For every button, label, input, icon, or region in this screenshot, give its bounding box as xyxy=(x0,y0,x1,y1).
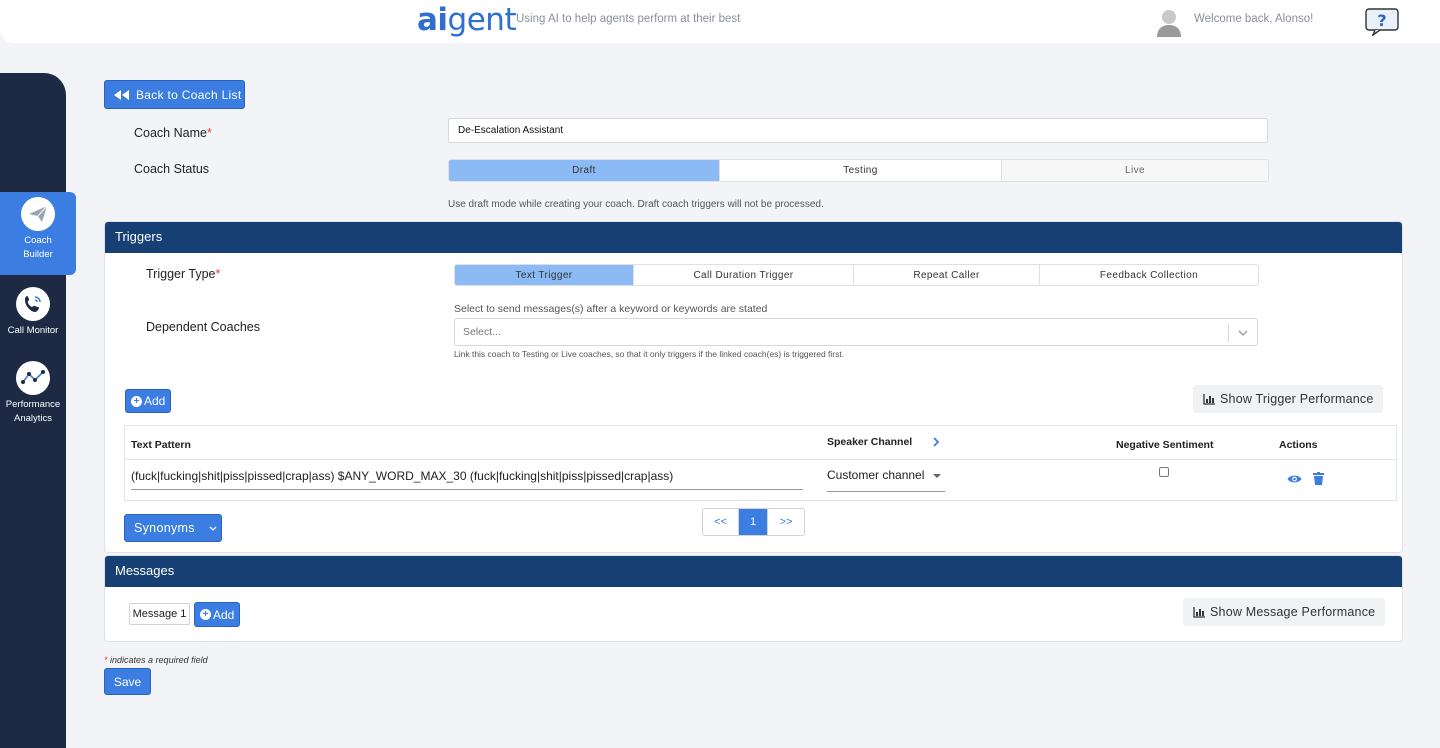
triggers-table: Text Pattern Speaker Channel Negative Se… xyxy=(124,425,1397,501)
welcome-text: Welcome back, Alonso! xyxy=(1194,13,1314,25)
message-1-tab[interactable]: Message 1 xyxy=(129,603,190,625)
header-actions: Actions xyxy=(1279,439,1318,451)
coach-status-label: Coach Status xyxy=(134,162,210,176)
add-message-button[interactable]: + Add xyxy=(194,602,241,627)
line-chart-icon xyxy=(16,361,50,395)
bar-chart-icon xyxy=(1203,393,1215,405)
pager-prev-button[interactable]: << xyxy=(703,509,739,535)
sidebar-label: Performance xyxy=(5,399,61,410)
required-field-note: * indicates a required field xyxy=(104,655,208,665)
speaker-channel-value: Customer channel xyxy=(827,468,925,482)
table-divider xyxy=(125,459,1396,460)
sidebar-label: Call Monitor xyxy=(7,325,59,336)
tagline: Using AI to help agents perform at their… xyxy=(516,13,741,25)
dependent-coaches-placeholder: Select... xyxy=(463,326,501,338)
save-button[interactable]: Save xyxy=(104,668,151,695)
trigger-type-text[interactable]: Text Trigger xyxy=(455,265,634,285)
back-button-label: Back to Coach List xyxy=(136,87,242,102)
status-option-testing[interactable]: Testing xyxy=(720,160,1002,181)
sidebar-item-coach-builder[interactable]: Coach Builder xyxy=(0,192,76,275)
coach-name-input[interactable]: De-Escalation Assistant xyxy=(448,118,1268,143)
trash-icon[interactable] xyxy=(1313,472,1324,485)
chevron-down-icon[interactable] xyxy=(1228,324,1257,342)
double-left-arrow-icon xyxy=(114,89,129,100)
header-negative-sentiment: Negative Sentiment xyxy=(1116,439,1214,451)
trigger-type-segmented: Text Trigger Call Duration Trigger Repea… xyxy=(454,264,1259,286)
triggers-title: Triggers xyxy=(105,222,1402,253)
coach-status-segmented: Draft Testing Live xyxy=(448,159,1269,182)
coach-name-label: Coach Name* xyxy=(134,126,212,140)
dependent-hint: Link this coach to Testing or Live coach… xyxy=(454,349,845,359)
trigger-type-call-duration[interactable]: Call Duration Trigger xyxy=(634,265,854,285)
synonyms-label: Synonyms xyxy=(134,521,195,535)
sidebar-item-call-monitor[interactable]: Call Monitor xyxy=(0,287,66,338)
chevron-right-icon[interactable] xyxy=(933,437,940,447)
back-to-coach-list-button[interactable]: Back to Coach List xyxy=(104,80,245,109)
show-message-performance-label: Show Message Performance xyxy=(1210,605,1376,619)
show-trigger-performance-button[interactable]: Show Trigger Performance xyxy=(1193,385,1384,413)
phone-icon xyxy=(16,287,50,321)
svg-text:?: ? xyxy=(1377,11,1386,30)
user-avatar-icon[interactable] xyxy=(1156,7,1182,37)
eye-icon[interactable] xyxy=(1287,474,1302,484)
plus-circle-icon: + xyxy=(200,609,211,620)
sidebar-item-performance-analytics[interactable]: Performance Analytics xyxy=(0,361,66,426)
header-text-pattern: Text Pattern xyxy=(131,439,191,451)
sidebar-label: Builder xyxy=(23,249,53,260)
help-icon[interactable]: ? xyxy=(1365,8,1399,36)
status-option-draft[interactable]: Draft xyxy=(449,160,720,181)
plus-circle-icon: + xyxy=(131,395,142,407)
pagination: << 1 >> xyxy=(702,508,805,536)
show-trigger-performance-label: Show Trigger Performance xyxy=(1220,392,1374,406)
speaker-channel-select[interactable]: Customer channel xyxy=(827,468,945,492)
bar-chart-icon xyxy=(1193,606,1205,618)
trigger-hint: Select to send messages(s) after a keywo… xyxy=(454,303,768,315)
text-pattern-input[interactable]: (fuck|fucking|shit|piss|pissed|crap|ass)… xyxy=(131,469,803,490)
add-trigger-label: Add xyxy=(144,394,166,408)
add-message-label: Add xyxy=(213,607,235,622)
sidebar-label: Coach xyxy=(24,235,52,246)
dependent-coaches-select[interactable]: Select... xyxy=(454,318,1258,346)
caret-down-icon xyxy=(933,474,941,478)
pager-next-button[interactable]: >> xyxy=(768,509,804,535)
messages-title: Messages xyxy=(105,556,1402,587)
pager-page-1[interactable]: 1 xyxy=(739,509,768,535)
chevron-down-icon xyxy=(209,526,217,531)
aigent-logo: aigent xyxy=(417,2,517,38)
trigger-type-feedback-collection[interactable]: Feedback Collection xyxy=(1040,265,1258,285)
synonyms-dropdown-button[interactable]: Synonyms xyxy=(124,514,222,542)
trigger-type-repeat-caller[interactable]: Repeat Caller xyxy=(854,265,1040,285)
negative-sentiment-checkbox[interactable] xyxy=(1159,467,1169,477)
status-hint: Use draft mode while creating your coach… xyxy=(448,199,824,210)
trigger-type-label: Trigger Type* xyxy=(146,267,221,281)
header-speaker-channel: Speaker Channel xyxy=(827,436,913,448)
status-option-live[interactable]: Live xyxy=(1002,160,1268,181)
top-bar: aigent Using AI to help agents perform a… xyxy=(0,0,1440,43)
dependent-coaches-label: Dependent Coaches xyxy=(146,320,260,334)
sidebar-label: Analytics xyxy=(13,413,52,424)
show-message-performance-button[interactable]: Show Message Performance xyxy=(1183,598,1386,626)
add-trigger-button[interactable]: + Add xyxy=(125,389,172,413)
paper-plane-icon xyxy=(21,197,55,231)
